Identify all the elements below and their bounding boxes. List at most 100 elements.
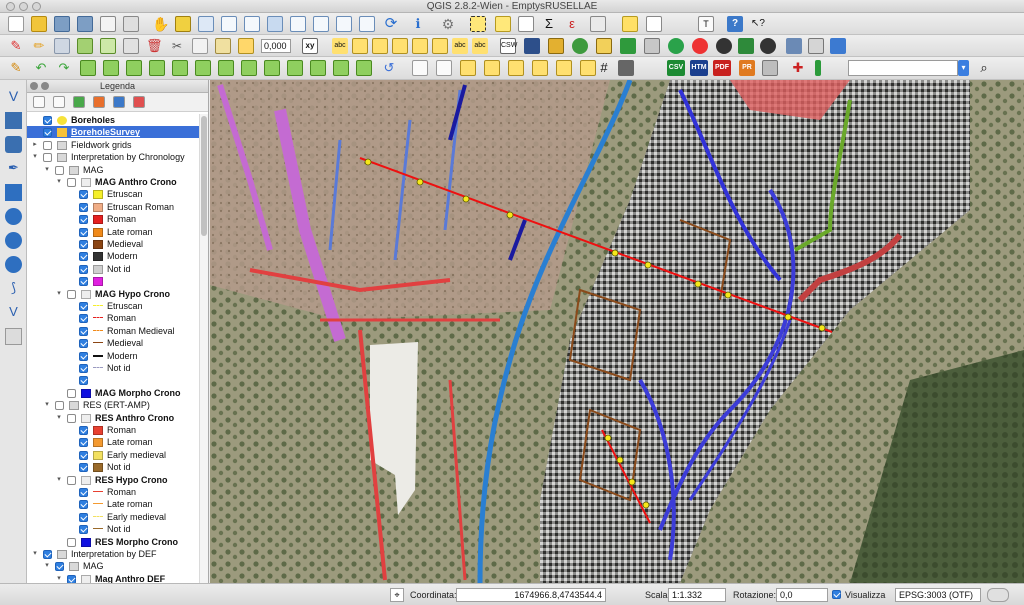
save-project-icon[interactable] [54,16,70,32]
add-wcs-icon[interactable] [5,232,22,249]
add-raster-icon[interactable] [5,112,22,129]
raster-icon[interactable] [618,60,634,76]
expanded-arrow-icon[interactable]: ▾ [43,560,51,572]
export-pdf-button[interactable]: PDF [713,60,731,76]
layer-visibility-checkbox[interactable] [79,190,88,200]
add-ring-icon[interactable] [126,60,142,76]
csw-icon[interactable]: CSW [500,38,517,54]
layer-visibility-checkbox[interactable] [55,165,64,175]
legend-row[interactable]: Late roman [27,498,200,510]
point-feature-icon[interactable] [484,60,500,76]
grid-icon[interactable]: # [596,60,612,76]
point-rotate-icon[interactable] [532,60,548,76]
plugin-sync-icon[interactable] [644,38,660,54]
layer-visibility-checkbox[interactable] [67,178,76,187]
delete-ring-icon[interactable] [195,60,211,76]
add-delimited-icon[interactable]: ⟆ [5,280,22,297]
plugin-box-icon[interactable] [830,38,846,54]
move-feature-icon[interactable] [100,38,116,54]
rotate-feature-icon[interactable] [80,60,96,76]
legend-row[interactable]: Not id [27,362,200,374]
new-project-icon[interactable] [8,16,24,32]
layer-visibility-checkbox[interactable] [79,302,88,311]
plugin-bar-icon[interactable] [815,60,821,76]
split-parts-icon[interactable] [310,60,326,76]
expanded-arrow-icon[interactable]: ▾ [55,412,63,424]
layer-visibility-checkbox[interactable] [79,376,88,386]
label-abc-icon[interactable]: abc [332,38,348,54]
legend-row[interactable]: Roman [27,312,200,324]
minimize-window-button[interactable] [19,2,28,11]
add-wms-icon[interactable] [5,208,22,225]
label-rotate-icon[interactable] [412,38,428,54]
expanded-arrow-icon[interactable]: ▾ [55,288,63,300]
legend-row[interactable]: Roman [27,213,200,225]
legend-row[interactable]: Late roman [27,226,200,238]
snap-vertical-icon[interactable] [412,60,428,76]
legend-row[interactable]: Early medieval [27,511,200,523]
legend-row[interactable]: Not id [27,263,200,275]
coordinate-toggle-icon[interactable]: ⌖ [390,588,404,602]
label-props-icon[interactable] [432,38,448,54]
layer-visibility-checkbox[interactable] [79,277,88,287]
messages-icon[interactable] [987,588,1009,602]
legend-row[interactable]: MAG Morpho Crono [27,387,200,399]
layer-visibility-checkbox[interactable] [67,388,76,398]
select-features-icon[interactable] [470,16,486,32]
add-group-icon[interactable] [53,96,65,108]
layer-visibility-checkbox[interactable] [79,339,88,349]
db-manager-icon[interactable] [548,38,564,54]
layer-visibility-checkbox[interactable] [67,537,76,547]
expanded-arrow-icon[interactable]: ▾ [43,399,51,411]
layer-visibility-checkbox[interactable] [79,463,88,473]
snap-align-icon[interactable] [436,60,452,76]
osm-icon[interactable] [596,38,612,54]
legend-row[interactable]: ▾ MAG Hypo Crono [27,288,200,300]
plugin-flower-icon[interactable] [668,38,684,54]
split-features-icon[interactable] [287,60,303,76]
legend-row[interactable]: Not id [27,461,200,473]
legend-row[interactable]: Early medieval [27,449,200,461]
layer-visibility-checkbox[interactable] [43,116,52,125]
remove-layer-icon[interactable] [133,96,145,108]
legend-row[interactable]: ▾ RES Anthro Crono [27,412,200,424]
expanded-arrow-icon[interactable]: ▾ [43,164,51,176]
cut-features-icon[interactable]: ✂ [169,38,185,54]
layer-visibility-checkbox[interactable] [43,140,52,150]
rotate-symbols-icon[interactable]: ↺ [381,60,397,76]
pan-to-selection-icon[interactable] [175,16,191,32]
layer-visibility-checkbox[interactable] [79,450,88,460]
identify-icon[interactable]: ℹ [410,16,426,32]
legend-float-icon[interactable] [41,82,49,90]
add-mssql-icon[interactable] [5,184,22,201]
undo-icon[interactable]: ↶ [33,60,49,76]
zoom-full-icon[interactable] [267,16,283,32]
legend-row[interactable]: ▸ Fieldwork grids [27,139,200,151]
legend-row[interactable]: Modern [27,350,200,362]
scale-combobox[interactable]: 1:1.332 [668,588,726,602]
open-project-icon[interactable] [31,16,47,32]
legend-row[interactable]: ▾ Interpretation by Chronology [27,151,200,163]
plugin-grid-icon[interactable] [738,38,754,54]
layer-visibility-checkbox[interactable] [79,488,88,497]
zoom-out-icon[interactable] [221,16,237,32]
legend-row[interactable]: BoreholeSurvey [27,126,200,139]
layer-visibility-checkbox[interactable] [67,289,76,299]
layer-visibility-checkbox[interactable] [79,525,88,535]
add-vector-icon[interactable]: V [5,88,22,105]
zoom-spin-input[interactable]: 0,000 [261,39,291,53]
zoom-next-icon[interactable] [359,16,375,32]
copy-features-icon[interactable] [192,38,208,54]
plugin-record-icon[interactable] [692,38,708,54]
legend-row[interactable]: ▾ MAG Anthro Crono [27,176,200,188]
layer-visibility-checkbox[interactable] [79,215,88,225]
delete-part-icon[interactable] [218,60,234,76]
label-show-icon[interactable] [372,38,388,54]
label-abc2-icon[interactable]: abc [452,38,468,54]
layer-visibility-checkbox[interactable] [79,227,88,237]
xy-icon[interactable]: xy [302,38,318,54]
print-composer-icon[interactable] [100,16,116,32]
whats-this-icon[interactable]: ↖? [750,16,766,32]
layer-visibility-checkbox[interactable] [79,438,88,448]
rotation-spinbox[interactable]: 0,0 [776,588,828,602]
